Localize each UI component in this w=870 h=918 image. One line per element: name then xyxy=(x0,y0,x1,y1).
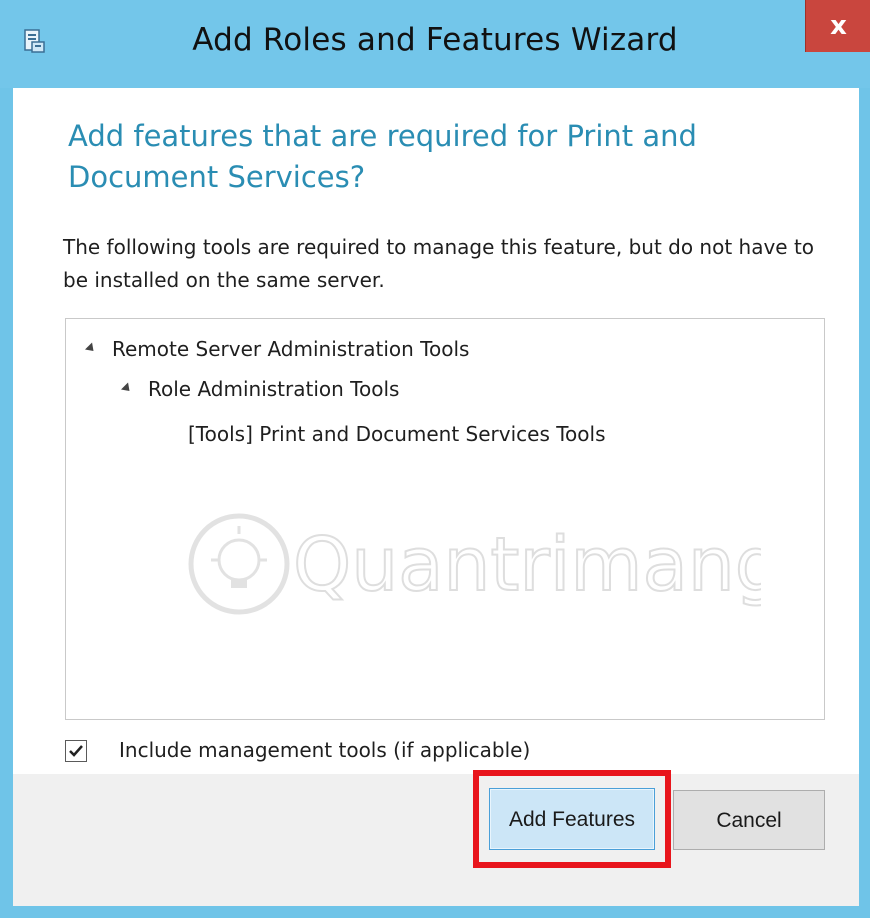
wizard-window: Add Roles and Features Wizard x Add feat… xyxy=(0,0,870,918)
tree-item-label: [Tools] Print and Document Services Tool… xyxy=(188,422,606,446)
dialog-heading: Add features that are required for Print… xyxy=(68,119,697,194)
include-tools-checkbox[interactable] xyxy=(65,740,87,762)
tree-item-role-admin-tools[interactable]: Role Administration Tools xyxy=(120,377,400,401)
tree-item-label: Role Administration Tools xyxy=(148,377,400,401)
cancel-button[interactable]: Cancel xyxy=(673,790,825,850)
watermark-text: Quantrimang xyxy=(293,522,761,608)
include-tools-label: Include management tools (if applicable) xyxy=(119,738,531,762)
tree-item-label: Remote Server Administration Tools xyxy=(112,337,470,361)
expand-arrow-icon[interactable] xyxy=(84,342,98,355)
checkmark-icon xyxy=(69,745,83,757)
dialog-body: Add features that are required for Print… xyxy=(13,88,859,906)
title-bar[interactable]: Add Roles and Features Wizard x xyxy=(0,0,870,88)
tree-item-print-tools[interactable]: [Tools] Print and Document Services Tool… xyxy=(188,422,606,446)
expand-arrow-icon[interactable] xyxy=(120,382,134,395)
window-title: Add Roles and Features Wizard xyxy=(192,22,678,58)
add-features-button[interactable]: Add Features xyxy=(489,788,655,850)
features-tree[interactable]: Remote Server Administration Tools Role … xyxy=(65,318,825,720)
watermark-logo: Quantrimang xyxy=(181,504,783,624)
dialog-description: The following tools are required to mana… xyxy=(63,235,815,292)
close-icon: x xyxy=(830,11,847,41)
tree-item-rsat[interactable]: Remote Server Administration Tools xyxy=(84,337,470,361)
close-button[interactable]: x xyxy=(805,0,870,52)
